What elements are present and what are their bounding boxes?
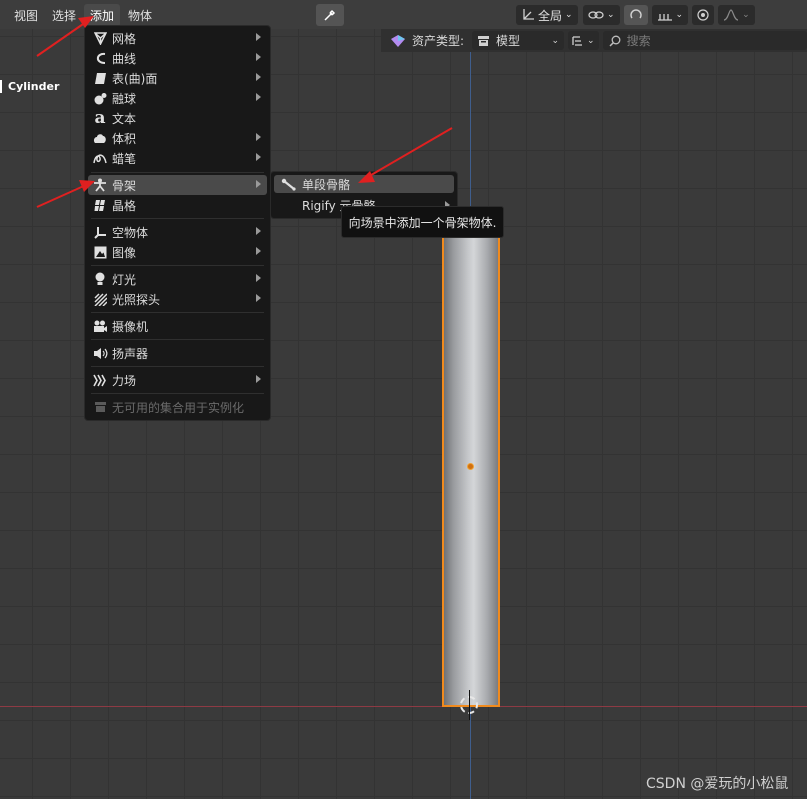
annotation-arrow-add-menu	[36, 16, 94, 57]
annotation-arrows	[36, 16, 453, 208]
annotation-arrow-single-bone	[358, 127, 453, 183]
watermark: CSDN @爱玩的小松鼠	[646, 776, 789, 792]
annotation-arrow-armature	[36, 180, 95, 208]
